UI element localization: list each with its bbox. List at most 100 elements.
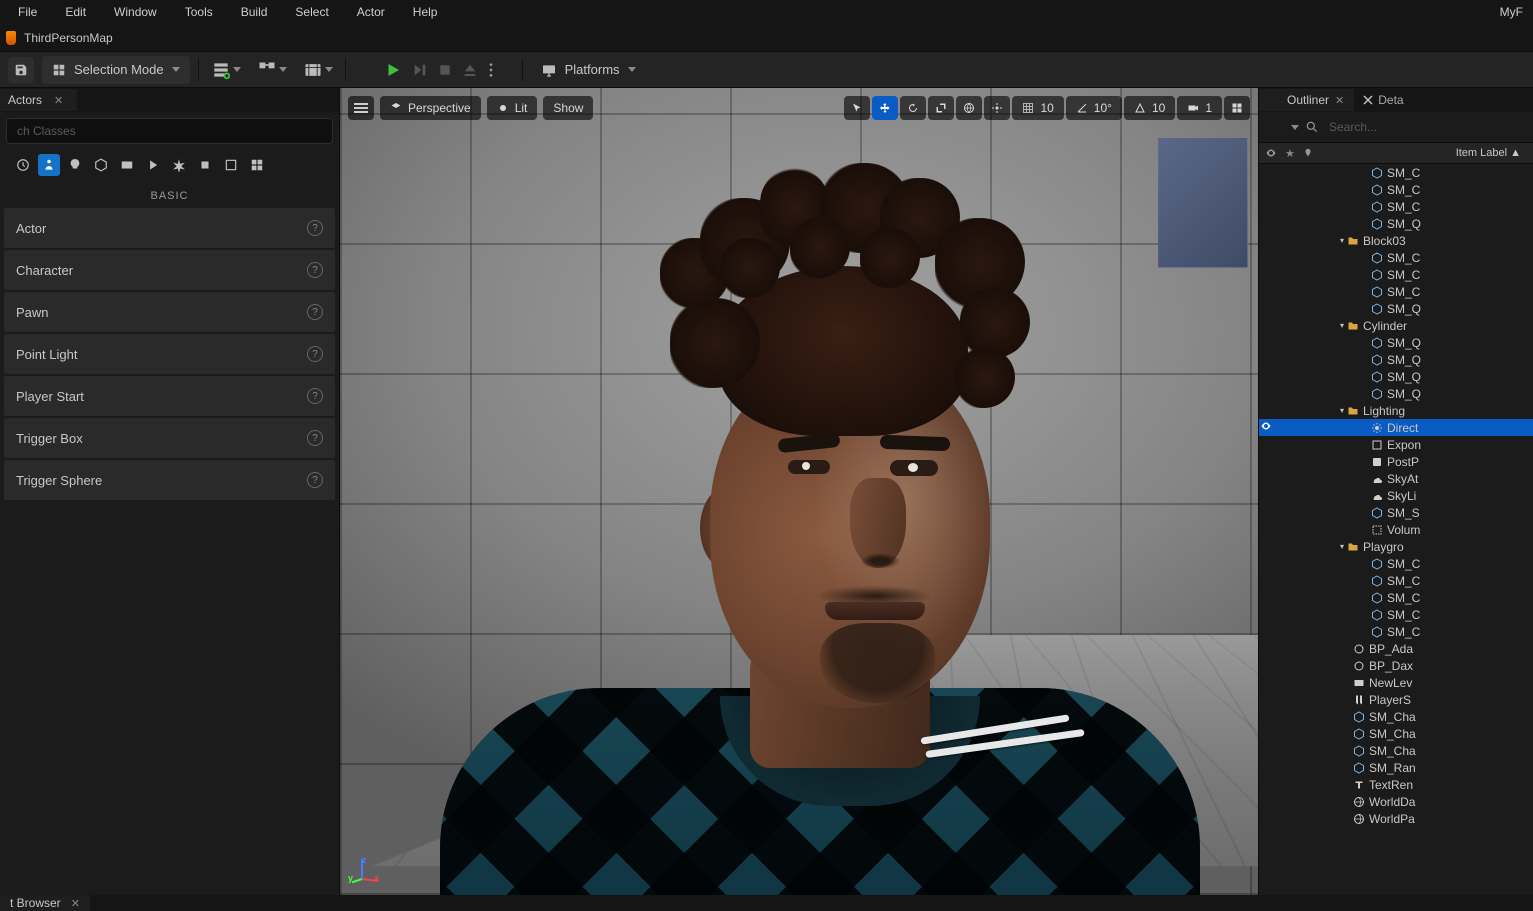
outliner-row[interactable]: ▾Block03 [1259, 232, 1533, 249]
viewport-perspective-dropdown[interactable]: Perspective [380, 96, 481, 120]
outliner-row[interactable]: SM_Q [1259, 385, 1533, 402]
help-icon[interactable]: ? [307, 388, 323, 404]
outliner-row[interactable]: SM_Cha [1259, 708, 1533, 725]
details-tab[interactable]: Deta [1354, 89, 1411, 111]
place-actor-trigger-sphere[interactable]: Trigger Sphere? [4, 460, 335, 500]
outliner-row[interactable]: SkyAt [1259, 470, 1533, 487]
outliner-row[interactable]: WorldPa [1259, 810, 1533, 827]
viewport-show-dropdown[interactable]: Show [543, 96, 593, 120]
viewport-layout-button[interactable] [1224, 96, 1250, 120]
shapes-category-icon[interactable] [90, 154, 112, 176]
place-actor-pawn[interactable]: Pawn? [4, 292, 335, 332]
outliner-row[interactable]: SkyLi [1259, 487, 1533, 504]
close-icon[interactable]: ✕ [54, 94, 63, 107]
cinematic-category-icon[interactable] [116, 154, 138, 176]
outliner-row[interactable]: SM_C [1259, 198, 1533, 215]
outliner-filter-button[interactable] [1265, 117, 1285, 137]
place-actor-trigger-box[interactable]: Trigger Box? [4, 418, 335, 458]
stop-button[interactable] [438, 63, 452, 77]
expand-icon[interactable]: ▾ [1337, 321, 1347, 330]
help-icon[interactable]: ? [307, 346, 323, 362]
menu-actor[interactable]: Actor [343, 1, 399, 23]
place-actor-character[interactable]: Character? [4, 250, 335, 290]
fx-category-icon[interactable] [168, 154, 190, 176]
outliner-row[interactable]: SM_S [1259, 504, 1533, 521]
expand-icon[interactable]: ▾ [1337, 236, 1347, 245]
help-icon[interactable]: ? [307, 304, 323, 320]
outliner-row[interactable]: SM_Q [1259, 334, 1533, 351]
outliner-row[interactable]: SM_Q [1259, 351, 1533, 368]
outliner-row[interactable]: Direct [1259, 419, 1533, 436]
outliner-row[interactable]: SM_C [1259, 164, 1533, 181]
coord-space-button[interactable] [956, 96, 982, 120]
outliner-row[interactable]: SM_Q [1259, 368, 1533, 385]
rotate-tool-button[interactable] [900, 96, 926, 120]
eject-button[interactable] [462, 62, 478, 78]
outliner-row[interactable]: SM_C [1259, 606, 1533, 623]
help-icon[interactable]: ? [307, 430, 323, 446]
editor-mode-dropdown[interactable]: Selection Mode [42, 56, 190, 84]
scale-snap-value[interactable]: 10 [1124, 96, 1175, 120]
play-button[interactable] [384, 61, 402, 79]
outliner-row[interactable]: NewLev [1259, 674, 1533, 691]
grid-snap-value[interactable]: 10 [1012, 96, 1063, 120]
help-icon[interactable]: ? [307, 472, 323, 488]
add-content-dropdown[interactable] [207, 57, 245, 83]
surface-snap-button[interactable] [984, 96, 1010, 120]
menu-select[interactable]: Select [281, 1, 342, 23]
outliner-row[interactable]: SM_Ran [1259, 759, 1533, 776]
place-actor-point-light[interactable]: Point Light? [4, 334, 335, 374]
outliner-row[interactable]: PostP [1259, 453, 1533, 470]
place-actor-player-start[interactable]: Player Start? [4, 376, 335, 416]
menu-tools[interactable]: Tools [171, 1, 227, 23]
close-icon[interactable]: ✕ [71, 897, 80, 910]
help-icon[interactable]: ? [307, 220, 323, 236]
viewport-lit-dropdown[interactable]: Lit [487, 96, 538, 120]
outliner-row[interactable]: SM_Q [1259, 300, 1533, 317]
outliner-row[interactable]: BP_Ada [1259, 640, 1533, 657]
place-actor-actor[interactable]: Actor? [4, 208, 335, 248]
menu-window[interactable]: Window [100, 1, 171, 23]
outliner-row[interactable]: ▾Lighting [1259, 402, 1533, 419]
skip-button[interactable] [412, 62, 428, 78]
menu-build[interactable]: Build [227, 1, 282, 23]
blueprints-dropdown[interactable] [253, 57, 291, 83]
all-classes-category-icon[interactable] [246, 154, 268, 176]
outliner-column-header[interactable]: ★ Item Label ▲ [1259, 142, 1533, 164]
outliner-row[interactable]: Expon [1259, 436, 1533, 453]
select-tool-button[interactable] [844, 96, 870, 120]
outliner-row[interactable]: SM_C [1259, 623, 1533, 640]
outliner-row[interactable]: ▾Playgro [1259, 538, 1533, 555]
menu-help[interactable]: Help [399, 1, 452, 23]
lights-category-icon[interactable] [64, 154, 86, 176]
place-actors-search-input[interactable] [6, 118, 333, 144]
outliner-row[interactable]: SM_C [1259, 283, 1533, 300]
translate-tool-button[interactable] [872, 96, 898, 120]
outliner-row[interactable]: PlayerS [1259, 691, 1533, 708]
outliner-row[interactable]: BP_Dax [1259, 657, 1533, 674]
recent-category-icon[interactable] [12, 154, 34, 176]
close-icon[interactable]: ✕ [1335, 94, 1344, 107]
level-tab-title[interactable]: ThirdPersonMap [24, 31, 113, 45]
platforms-dropdown[interactable]: Platforms [531, 56, 646, 84]
outliner-row[interactable]: ▾Cylinder [1259, 317, 1533, 334]
volumes-category-icon[interactable] [220, 154, 242, 176]
expand-icon[interactable]: ▾ [1337, 406, 1347, 415]
viewport-options-button[interactable] [348, 96, 374, 120]
outliner-tab[interactable]: Outliner ✕ [1259, 89, 1354, 111]
media-category-icon[interactable] [142, 154, 164, 176]
expand-icon[interactable]: ▾ [1337, 542, 1347, 551]
outliner-row[interactable]: SM_C [1259, 555, 1533, 572]
outliner-row[interactable]: SM_C [1259, 589, 1533, 606]
camera-speed[interactable]: 1 [1177, 96, 1222, 120]
outliner-row[interactable]: SM_Cha [1259, 725, 1533, 742]
scale-tool-button[interactable] [928, 96, 954, 120]
basic-category-icon[interactable] [38, 154, 60, 176]
menu-file[interactable]: File [4, 1, 51, 23]
menu-edit[interactable]: Edit [51, 1, 100, 23]
item-label-header[interactable]: Item Label ▲ [1456, 147, 1527, 159]
cinematics-dropdown[interactable] [299, 57, 337, 83]
outliner-row[interactable]: SM_C [1259, 181, 1533, 198]
outliner-row[interactable]: SM_C [1259, 572, 1533, 589]
outliner-row[interactable]: SM_Q [1259, 215, 1533, 232]
